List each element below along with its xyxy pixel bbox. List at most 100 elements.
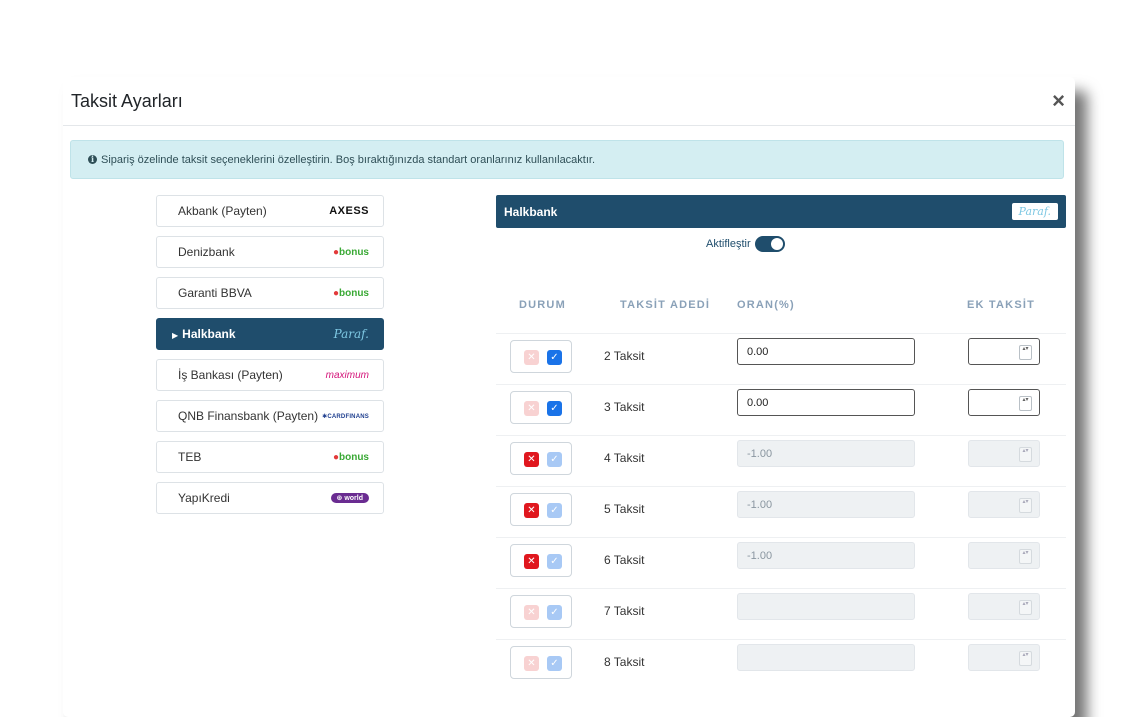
spinner-icon[interactable]: ▴▾	[1019, 396, 1032, 411]
installment-count: 3 Taksit	[604, 400, 645, 414]
paraf-logo: Paraf.	[1011, 203, 1058, 220]
info-alert: i Sipariş özelinde taksit seçeneklerini …	[70, 140, 1064, 179]
installment-row: ✕ ✓ 4 Taksit ▴▾	[496, 435, 1066, 480]
spinner-icon[interactable]: ▴▾	[1019, 498, 1032, 513]
bonus-logo: ●bonus	[332, 451, 369, 463]
enable-checkbox[interactable]: ✓	[547, 554, 562, 569]
status-box: ✕ ✓	[510, 544, 572, 577]
installment-count: 7 Taksit	[604, 604, 645, 618]
bank-item-label: Garanti BBVA	[178, 286, 252, 300]
bank-item-label: İş Bankası (Payten)	[178, 368, 283, 382]
installment-row: ✕ ✓ 8 Taksit ▴▾	[496, 639, 1066, 684]
bonus-logo: ●bonus	[332, 287, 369, 299]
activate-row: Aktifleştir	[706, 236, 785, 252]
installment-row: ✕ ✓ 3 Taksit ▴▾	[496, 384, 1066, 429]
bank-item-denizbank[interactable]: Denizbank ●bonus	[156, 236, 384, 268]
rate-input[interactable]	[737, 542, 915, 569]
rate-input[interactable]	[737, 440, 915, 467]
extra-installment-stepper[interactable]: ▴▾	[968, 338, 1040, 365]
disable-icon[interactable]: ✕	[524, 401, 539, 416]
world-logo: ⊛ world	[330, 493, 369, 503]
extra-installment-stepper[interactable]: ▴▾	[968, 389, 1040, 416]
enable-checkbox[interactable]: ✓	[547, 401, 562, 416]
bank-item-akbank[interactable]: Akbank (Payten) AXESS	[156, 195, 384, 227]
enable-checkbox[interactable]: ✓	[547, 350, 562, 365]
column-header-status: DURUM	[519, 299, 566, 311]
caret-right-icon: ▶	[172, 331, 179, 340]
status-box: ✕ ✓	[510, 595, 572, 628]
installment-count: 2 Taksit	[604, 349, 645, 363]
enable-checkbox[interactable]: ✓	[547, 605, 562, 620]
selected-bank-name: Halkbank	[504, 204, 558, 219]
extra-installment-stepper[interactable]: ▴▾	[968, 542, 1040, 569]
disable-icon[interactable]: ✕	[524, 350, 539, 365]
bank-item-label: TEB	[178, 450, 202, 464]
spinner-icon[interactable]: ▴▾	[1019, 549, 1032, 564]
installment-settings-modal: Taksit Ayarları × i Sipariş özelinde tak…	[63, 77, 1075, 717]
column-header-count: TAKSİT ADEDİ	[620, 299, 711, 311]
installment-count: 6 Taksit	[604, 553, 645, 567]
bank-item-label: ▶ Halkbank	[172, 327, 236, 341]
selected-bank-header: Halkbank Paraf.	[496, 195, 1066, 228]
activate-toggle[interactable]	[754, 236, 785, 252]
bank-item-label: Denizbank	[178, 245, 235, 259]
bank-item-yapikredi[interactable]: YapıKredi ⊛ world	[156, 482, 384, 514]
bank-item-halkbank[interactable]: ▶ Halkbank Paraf.	[156, 318, 384, 350]
info-alert-text: Sipariş özelinde taksit seçeneklerini öz…	[101, 153, 596, 166]
rate-input[interactable]	[737, 338, 915, 365]
bank-item-teb[interactable]: TEB ●bonus	[156, 441, 384, 473]
bank-item-label: Akbank (Payten)	[178, 204, 267, 218]
bank-item-garanti[interactable]: Garanti BBVA ●bonus	[156, 277, 384, 309]
axess-logo: AXESS	[329, 205, 369, 217]
installment-count: 4 Taksit	[604, 451, 645, 465]
extra-installment-stepper[interactable]: ▴▾	[968, 593, 1040, 620]
maximum-logo: maximum	[325, 369, 369, 381]
modal-header: Taksit Ayarları ×	[63, 77, 1075, 126]
spinner-icon[interactable]: ▴▾	[1019, 600, 1032, 615]
close-icon[interactable]: ×	[1052, 90, 1065, 112]
installment-count: 8 Taksit	[604, 655, 645, 669]
extra-installment-stepper[interactable]: ▴▾	[968, 440, 1040, 467]
status-box: ✕ ✓	[510, 340, 572, 373]
column-header-extra: EK TAKSİT	[967, 299, 1036, 311]
disable-icon[interactable]: ✕	[524, 503, 539, 518]
rate-input[interactable]	[737, 389, 915, 416]
rate-input[interactable]	[737, 644, 915, 671]
rate-input[interactable]	[737, 491, 915, 518]
modal-title: Taksit Ayarları	[71, 90, 183, 111]
info-icon: i	[88, 155, 97, 164]
spinner-icon[interactable]: ▴▾	[1019, 651, 1032, 666]
cardfinans-logo: ✱CARDFINANS	[322, 413, 369, 420]
bank-item-isbank[interactable]: İş Bankası (Payten) maximum	[156, 359, 384, 391]
paraf-logo: Paraf.	[333, 327, 369, 341]
status-box: ✕ ✓	[510, 442, 572, 475]
extra-installment-stepper[interactable]: ▴▾	[968, 491, 1040, 518]
disable-icon[interactable]: ✕	[524, 656, 539, 671]
bank-item-qnb[interactable]: QNB Finansbank (Payten) ✱CARDFINANS	[156, 400, 384, 432]
enable-checkbox[interactable]: ✓	[547, 452, 562, 467]
installment-count: 5 Taksit	[604, 502, 645, 516]
disable-icon[interactable]: ✕	[524, 554, 539, 569]
extra-installment-stepper[interactable]: ▴▾	[968, 644, 1040, 671]
status-box: ✕ ✓	[510, 646, 572, 679]
bank-item-label: QNB Finansbank (Payten)	[178, 409, 319, 423]
disable-icon[interactable]: ✕	[524, 452, 539, 467]
spinner-icon[interactable]: ▴▾	[1019, 447, 1032, 462]
column-header-rate: ORAN(%)	[737, 299, 795, 311]
spinner-icon[interactable]: ▴▾	[1019, 345, 1032, 360]
status-box: ✕ ✓	[510, 391, 572, 424]
bank-item-label: YapıKredi	[178, 491, 230, 505]
status-box: ✕ ✓	[510, 493, 572, 526]
installment-row: ✕ ✓ 6 Taksit ▴▾	[496, 537, 1066, 582]
rate-input[interactable]	[737, 593, 915, 620]
bonus-logo: ●bonus	[332, 246, 369, 258]
installment-row: ✕ ✓ 5 Taksit ▴▾	[496, 486, 1066, 531]
installment-row: ✕ ✓ 2 Taksit ▴▾	[496, 333, 1066, 378]
activate-label: Aktifleştir	[706, 238, 751, 250]
disable-icon[interactable]: ✕	[524, 605, 539, 620]
enable-checkbox[interactable]: ✓	[547, 656, 562, 671]
bank-list: Akbank (Payten) AXESS Denizbank ●bonus G…	[156, 195, 384, 523]
installment-row: ✕ ✓ 7 Taksit ▴▾	[496, 588, 1066, 633]
enable-checkbox[interactable]: ✓	[547, 503, 562, 518]
toggle-knob	[770, 238, 783, 250]
